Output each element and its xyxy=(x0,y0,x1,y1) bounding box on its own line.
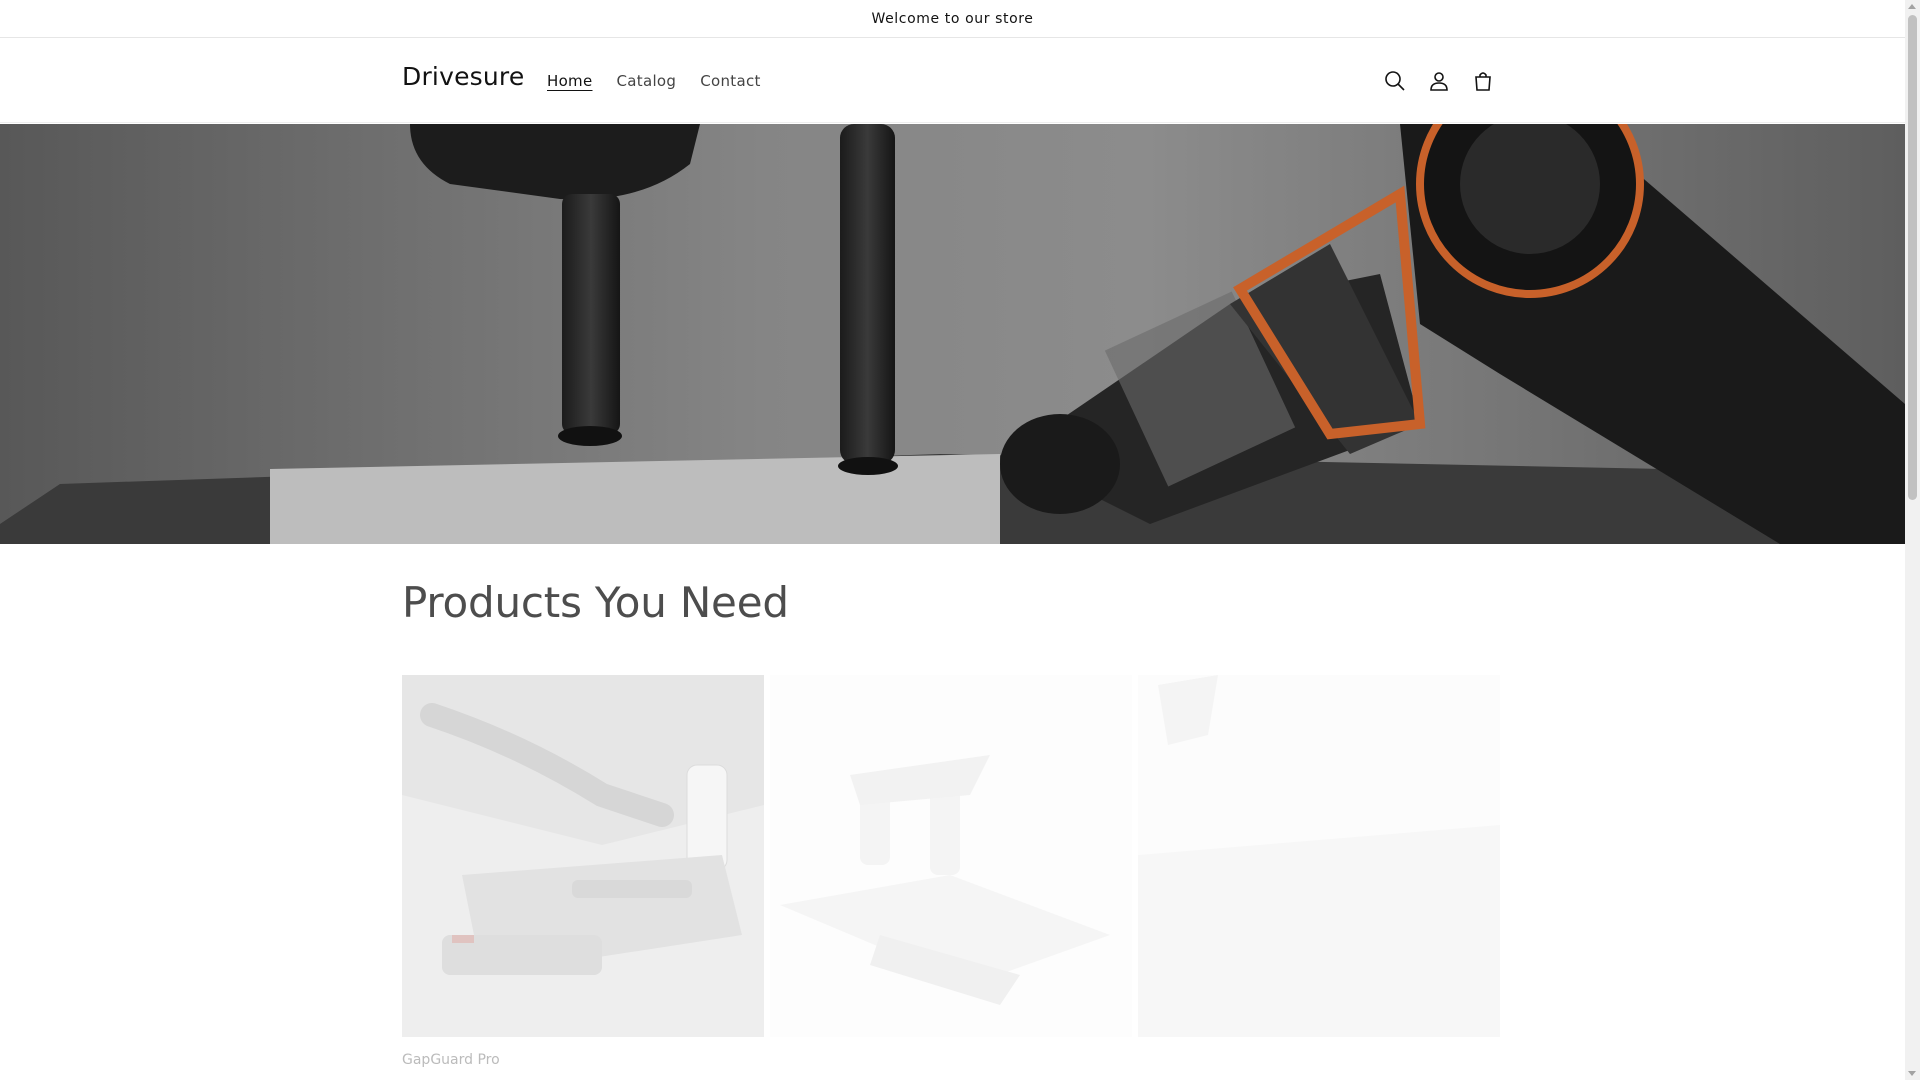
site-header: Drivesure Home Catalog Contact xyxy=(0,38,1905,123)
announcement-text: Welcome to our store xyxy=(871,10,1034,27)
product-image-1 xyxy=(402,675,764,1037)
hero-banner xyxy=(0,124,1905,544)
hero-image xyxy=(0,124,1905,544)
product-title-1[interactable]: GapGuard Pro xyxy=(402,1052,500,1068)
nav-home[interactable]: Home xyxy=(535,72,605,90)
product-image-3 xyxy=(1138,675,1500,1037)
section-heading: Products You Need xyxy=(402,578,789,627)
scrollbar-thumb[interactable] xyxy=(1908,15,1917,500)
product-card-3[interactable] xyxy=(1138,675,1500,1037)
scroll-up-arrow-icon[interactable] xyxy=(1908,4,1916,9)
header-icons xyxy=(1380,66,1498,96)
cart-icon[interactable] xyxy=(1468,66,1498,96)
nav-contact[interactable]: Contact xyxy=(688,72,772,90)
store-logo[interactable]: Drivesure xyxy=(402,62,524,91)
search-icon[interactable] xyxy=(1380,66,1410,96)
nav-catalog[interactable]: Catalog xyxy=(605,72,689,90)
scroll-down-arrow-icon[interactable] xyxy=(1908,1071,1916,1076)
product-image-2 xyxy=(770,675,1132,1037)
page-scrollbar[interactable] xyxy=(1905,0,1920,1080)
announcement-bar: Welcome to our store xyxy=(0,0,1905,38)
product-card-2[interactable] xyxy=(770,675,1132,1037)
account-icon[interactable] xyxy=(1424,66,1454,96)
main-nav: Home Catalog Contact xyxy=(535,72,773,90)
product-card-1[interactable] xyxy=(402,675,764,1037)
page: Welcome to our store Drivesure Home Cata… xyxy=(0,0,1905,1080)
